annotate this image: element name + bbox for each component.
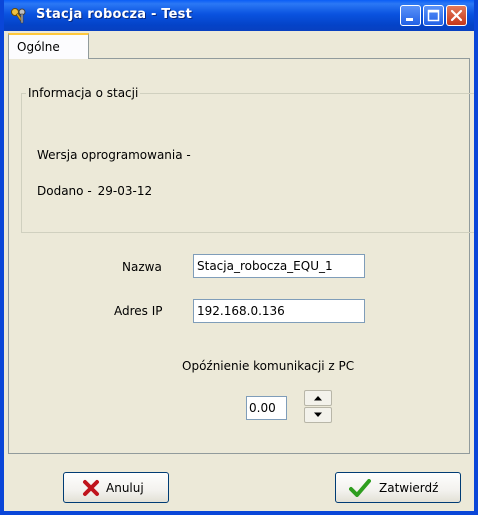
name-label: Nazwa [122,260,162,274]
confirm-button-label: Zatwierdź [379,481,439,495]
delay-spinner [304,390,332,423]
delay-input[interactable] [246,396,287,420]
cancel-button-label: Anuluj [106,481,144,495]
ip-address-input[interactable] [193,299,365,323]
arrow-up-icon [314,396,322,401]
minimize-icon [406,18,413,21]
checkmark-icon [349,479,371,500]
keys-icon [10,7,28,25]
cross-icon [82,479,100,500]
added-date-label: Dodano - [37,184,92,198]
added-date-row: Dodano - 29-03-12 [37,184,152,198]
arrow-down-icon [314,412,322,417]
station-info-title: Informacja o stacji [26,86,141,100]
tab-general-label: Ogólne [17,40,60,54]
spin-up-button[interactable] [304,390,332,406]
software-version-label: Wersja oprogramowania - [37,148,191,162]
dialog-window: Stacja robocza - Test Ogólne Informacja … [0,0,478,515]
spin-down-button[interactable] [304,407,332,423]
tab-general[interactable]: Ogólne [8,33,89,59]
name-input[interactable] [193,254,365,278]
pc-communication-delay-label: Opóźnienie komunikacji z PC [182,359,355,373]
window-title: Stacja robocza - Test [36,7,192,22]
cancel-button[interactable]: Anuluj [63,472,169,503]
minimize-button[interactable] [400,5,421,26]
maximize-button[interactable] [423,5,444,26]
title-bar[interactable]: Stacja robocza - Test [4,0,474,31]
close-icon [450,9,463,22]
maximize-icon [427,9,440,22]
confirm-button[interactable]: Zatwierdź [335,472,461,503]
close-button[interactable] [446,5,467,26]
ip-address-label: Adres IP [114,304,163,318]
station-info-group [21,93,474,233]
added-date-value: 29-03-12 [97,184,153,198]
